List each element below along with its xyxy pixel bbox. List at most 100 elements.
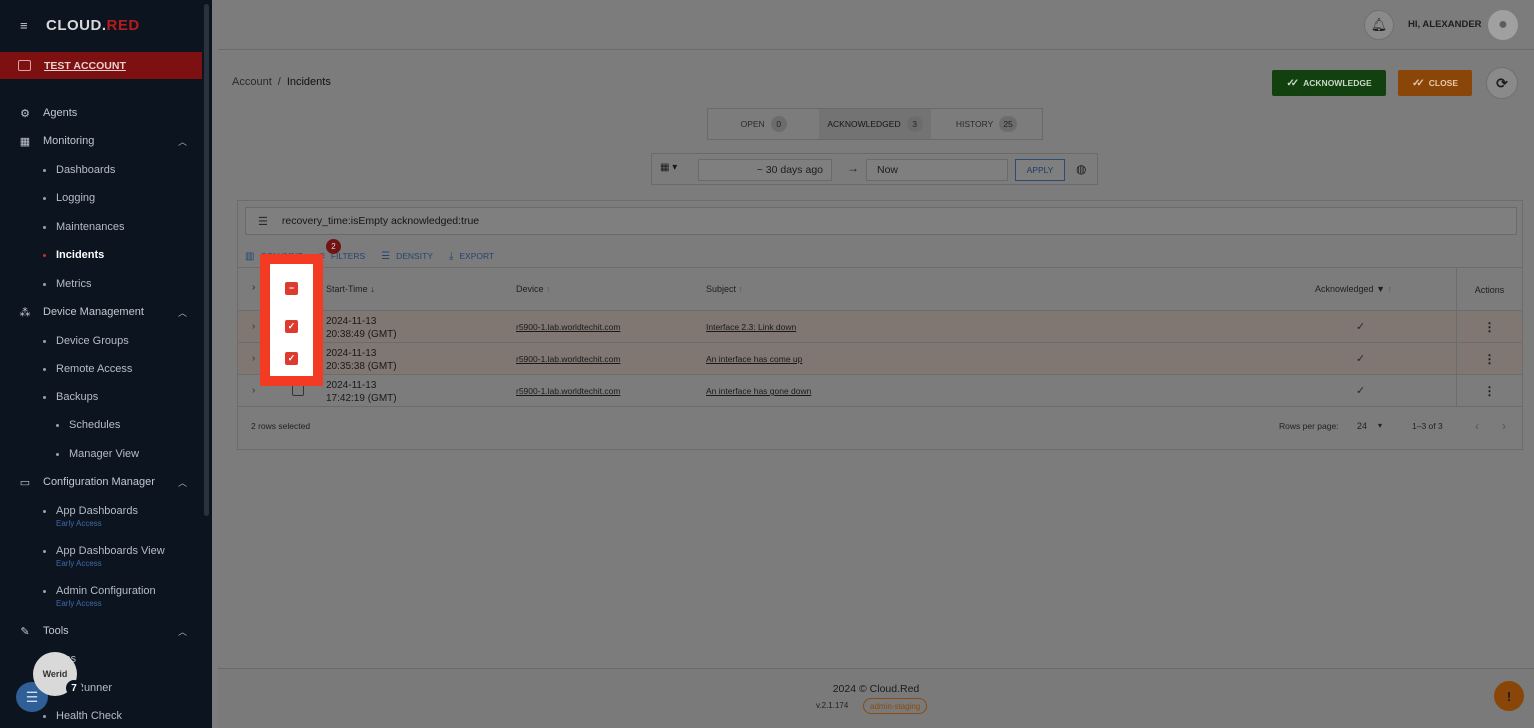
tab-label: HISTORY [955,119,994,129]
sidebar-item-logging[interactable]: Logging [0,188,95,208]
row-actions-menu-button[interactable]: ⋮ [1456,311,1522,343]
sidebar-item-admin-configuration[interactable]: Admin Configuration [0,581,156,601]
more-vertical-icon: ⋮ [1483,384,1496,398]
device-link[interactable]: r5900-1.lab.worldtechit.com [516,386,620,396]
globe-icon[interactable]: ◍ [1076,162,1086,176]
sidebar-item-monitoring[interactable]: ▦ Monitoring ︿ [0,130,187,152]
sidebar-item-maintenances[interactable]: Maintenances [0,217,125,237]
filters-count-badge: 2 [326,239,341,254]
export-button[interactable]: ⤓ EXPORT [449,251,494,262]
next-page-button[interactable]: › [1502,419,1506,433]
start-time-cell: 2024-11-13 20:35:38 (GMT) [326,347,397,373]
table-row[interactable]: › 2024-11-13 20:38:49 (GMT) r5900-1.lab.w… [238,311,1522,343]
sidebar-item-manager-view[interactable]: Manager View [0,444,139,464]
bell-icon: 🔔︎ [1370,17,1388,32]
start-time-cell: 2024-11-13 17:42:19 (GMT) [326,379,397,405]
tab-label: OPEN [740,119,765,129]
table-row[interactable]: › 2024-11-13 20:35:38 (GMT) r5900-1.lab.w… [238,343,1522,375]
column-header-acknowledged[interactable]: Acknowledged ▼ ↑ [1315,284,1392,294]
sidebar-item-schedules[interactable]: Schedules [0,415,120,435]
acknowledge-button[interactable]: ✓✓ ACKNOWLEDGE [1272,70,1386,96]
device-link[interactable]: r5900-1.lab.worldtechit.com [516,322,620,332]
avatar[interactable]: ● [1488,10,1518,40]
sidebar-item-backups[interactable]: Backups [0,387,98,407]
more-vertical-icon: ⋮ [1483,320,1496,334]
column-header-subject[interactable]: Subject ↑ [706,284,743,294]
tab-acknowledged[interactable]: ACKNOWLEDGED 3 [819,109,931,139]
breadcrumb-account-link[interactable]: Account [232,76,272,88]
row-actions-menu-button[interactable]: ⋮ [1456,375,1522,407]
feedback-chat-button[interactable]: ! [1494,681,1524,711]
tab-history[interactable]: HISTORY 25 [931,109,1042,139]
double-check-icon: ✓✓ [1286,77,1299,89]
subject-link[interactable]: An interface has gone down [706,386,811,396]
date-from-field[interactable]: ~ 30 days ago [698,159,832,181]
account-selector[interactable]: TEST ACCOUNT [0,52,202,79]
sidebar-item-tools[interactable]: ✎ Tools ︿ [0,620,187,642]
filter-query-text: recovery_time:isEmpty acknowledged:true [281,215,480,227]
user-icon: ● [1498,16,1508,33]
acknowledged-check-icon: ✓ [1356,353,1366,365]
expand-all-icon[interactable]: › [252,282,255,293]
sidebar-item-label: Health Check [56,710,123,722]
filter-query-field[interactable]: ☰ recovery_time:isEmpty acknowledged:tru… [245,207,1517,235]
subject-link[interactable]: An interface has come up [706,354,802,364]
expand-row-icon[interactable]: › [252,385,255,396]
expand-row-icon[interactable]: › [252,321,255,332]
sidebar-item-label: Logging [56,192,96,204]
bullet-icon [56,452,59,456]
previous-page-button[interactable]: ‹ [1475,419,1479,433]
row-select-checkbox[interactable]: ✓ [285,352,298,365]
sidebar-item-dashboards[interactable]: Dashboards [0,160,115,180]
sidebar-item-device-groups[interactable]: Device Groups [0,331,129,351]
sidebar-item-incidents[interactable]: Incidents [0,245,104,265]
column-header-start-time[interactable]: Start-Time ↓ [326,284,375,294]
select-all-checkbox[interactable]: − [285,282,298,295]
funnel-icon: ▼ [1376,284,1385,294]
row-select-checkbox[interactable]: ✓ [285,320,298,333]
filters-button[interactable]: ≡FILTERS [319,251,365,262]
bullet-icon [56,423,59,427]
table-row[interactable]: › 2024-11-13 17:42:19 (GMT) r5900-1.lab.w… [238,375,1522,407]
date-to-field[interactable]: Now [866,159,1008,181]
columns-icon: ▥ [245,250,255,262]
user-greeting[interactable]: HI, ALEXANDER [1408,19,1482,30]
sidebar-scrollbar[interactable] [204,4,209,516]
chevron-down-icon[interactable]: ▾ [1378,421,1382,430]
subject-link[interactable]: Interface 2.3: Link down [706,322,796,332]
menu-collapse-icon[interactable]: ≡ [20,18,38,33]
start-time: 17:42:19 (GMT) [326,393,397,404]
calendar-dropdown-icon[interactable]: ▦ ▾ [660,162,677,173]
expand-row-icon[interactable]: › [252,353,255,364]
sidebar-item-label: Manager View [69,448,140,460]
device-link[interactable]: r5900-1.lab.worldtechit.com [516,354,620,364]
early-access-tag: Early Access [56,559,102,568]
sort-up-icon: ↑ [546,284,551,294]
sidebar-item-remote-access[interactable]: Remote Access [0,359,132,379]
density-button[interactable]: ☰ DENSITY [381,251,433,262]
sidebar-item-metrics[interactable]: Metrics [0,274,91,294]
tab-count-badge: 25 [999,116,1017,132]
sidebar-item-device-management[interactable]: ⁂ Device Management ︿ [0,301,188,323]
refresh-button[interactable]: ⟳ [1486,67,1518,99]
notifications-button[interactable]: 🔔︎ [1364,10,1394,40]
close-incidents-button[interactable]: ✓✓ CLOSE [1398,70,1472,96]
sidebar-item-agents[interactable]: ⚙ Agents [0,102,77,124]
chevron-up-icon: ︿ [178,477,188,488]
row-actions-menu-button[interactable]: ⋮ [1456,343,1522,375]
chevron-up-icon: ︿ [178,626,188,637]
sidebar-item-health-check[interactable]: Health Check [0,706,122,726]
sidebar-item-configuration-manager[interactable]: ▭ Configuration Manager ︿ [0,471,187,493]
tab-open[interactable]: OPEN 0 [708,109,819,139]
app-logo[interactable]: CLOUD.RED [46,17,140,34]
density-label: DENSITY [396,251,433,261]
account-name[interactable]: TEST ACCOUNT [44,60,126,72]
bullet-icon [43,549,46,553]
column-header-device[interactable]: Device ↑ [516,284,551,294]
rows-per-page-select[interactable]: 24 [1357,421,1367,431]
sort-up-icon: ↑ [1387,284,1393,294]
sidebar-item-app-dashboards[interactable]: App Dashboards [0,501,138,521]
apply-button[interactable]: APPLY [1015,159,1065,181]
sidebar-item-app-dashboards-view[interactable]: App Dashboards View [0,541,165,561]
date-range-bar: ▦ ▾ ~ 30 days ago → Now APPLY ◍ [651,153,1098,185]
